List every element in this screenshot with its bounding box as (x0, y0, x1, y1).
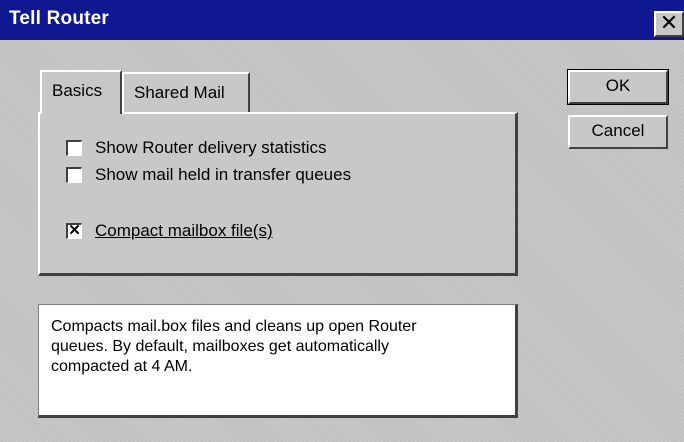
show-delivery-stats-option[interactable]: Show Router delivery statistics (66, 137, 326, 159)
description-box: Compacts mail.box files and cleans up op… (38, 304, 518, 418)
tell-router-dialog: Tell Router ✕ Basics Shared Mail Show Ro… (0, 0, 684, 442)
description-line-3: compacted at 4 AM. (51, 358, 193, 375)
tab-basics-label: Basics (52, 81, 103, 100)
close-button[interactable]: ✕ (654, 11, 684, 37)
show-delivery-stats-checkbox[interactable] (66, 140, 82, 156)
checkmark-x-icon: ✕ (68, 222, 81, 239)
show-mail-held-label: Show mail held in transfer queues (95, 165, 352, 184)
compact-mailbox-option[interactable]: ✕ Compact mailbox file(s) (66, 220, 273, 242)
show-delivery-stats-label: Show Router delivery statistics (95, 138, 327, 157)
window-title: Tell Router (9, 8, 110, 29)
close-icon: ✕ (659, 10, 679, 35)
tab-basics[interactable]: Basics (40, 70, 122, 114)
compact-mailbox-checkbox[interactable]: ✕ (66, 223, 82, 239)
cancel-button[interactable]: Cancel (568, 115, 668, 149)
show-mail-held-checkbox[interactable] (66, 167, 82, 183)
title-bar[interactable]: Tell Router ✕ (0, 0, 684, 40)
tab-shared-mail-label: Shared Mail (134, 83, 225, 102)
description-line-2: queues. By default, mailboxes get automa… (51, 338, 389, 355)
ok-button[interactable]: OK (567, 69, 669, 105)
compact-mailbox-label: Compact mailbox file(s) (95, 221, 273, 240)
show-mail-held-option[interactable]: Show mail held in transfer queues (66, 164, 351, 186)
tab-shared-mail[interactable]: Shared Mail (122, 72, 250, 112)
description-line-1: Compacts mail.box files and cleans up op… (51, 318, 417, 335)
